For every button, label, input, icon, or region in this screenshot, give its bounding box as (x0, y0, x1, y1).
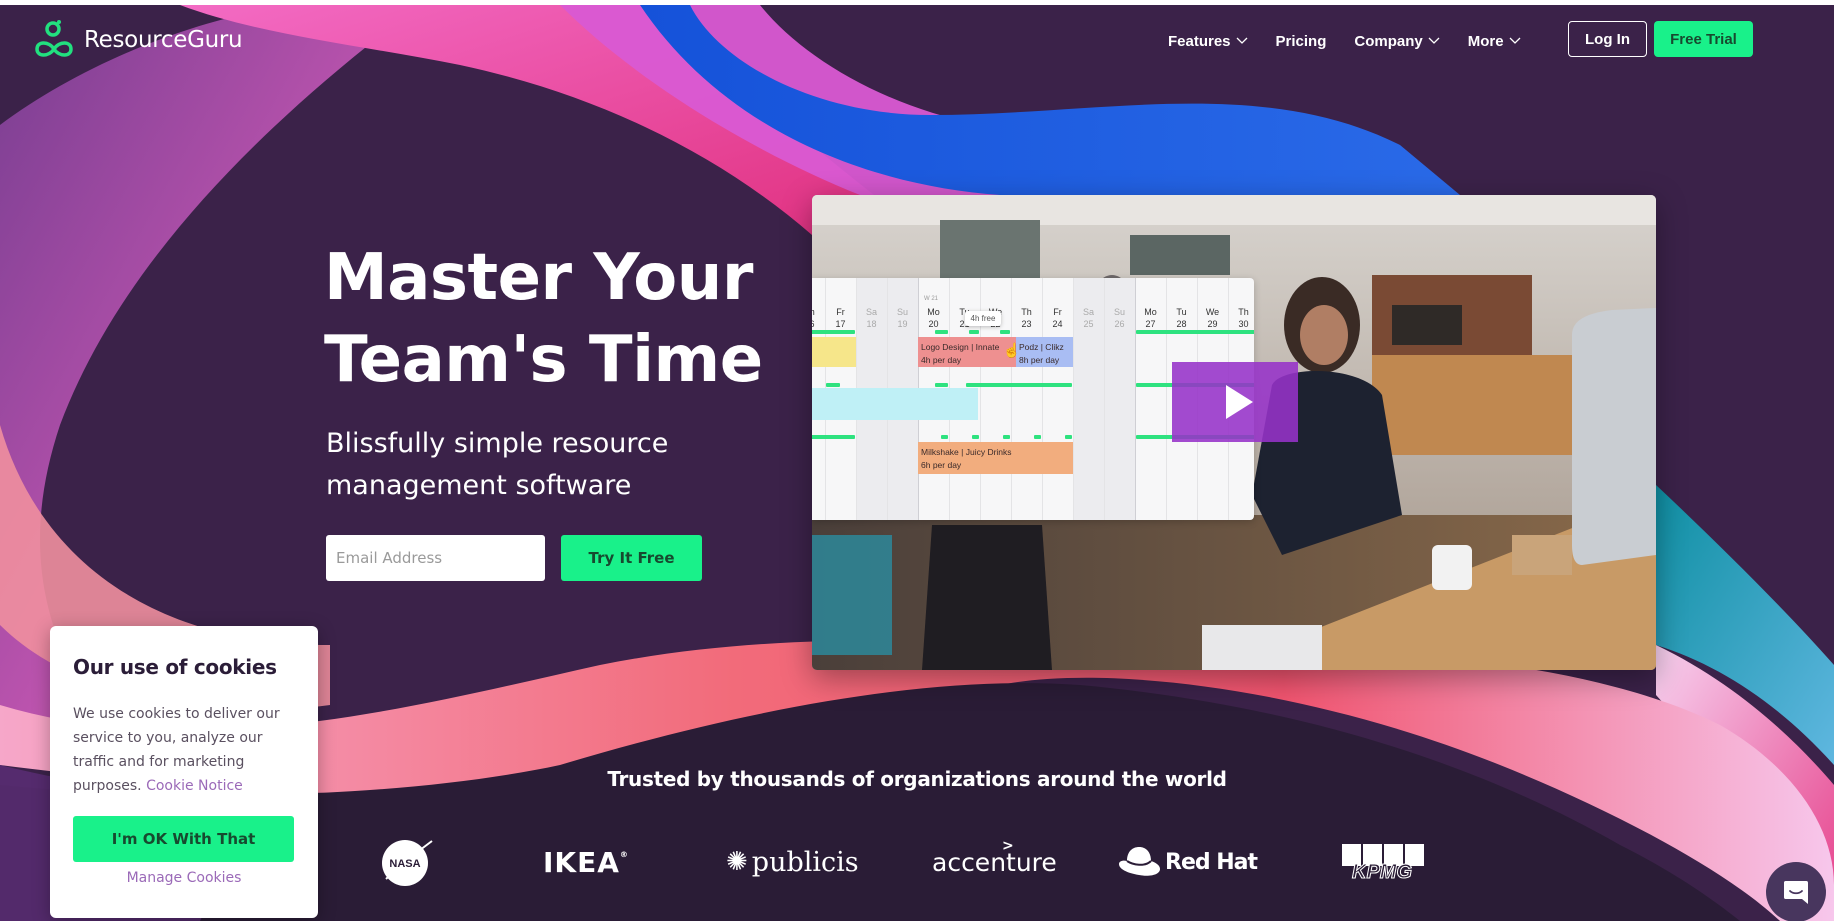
logo-text: ResourceGuru (84, 27, 243, 53)
accenture-logo-text: accenture (932, 847, 1057, 877)
booking-title: Milkshake | Juicy Drinks (921, 447, 1012, 457)
cookie-body: We use cookies to deliver our service to… (73, 702, 295, 798)
booking-block[interactable]: Podz | Clikz 8h per day (1016, 337, 1073, 367)
redhat-logo: Red Hat (1117, 832, 1258, 892)
free-hours-tooltip: 4h free (964, 311, 1002, 326)
calendar-day-label: We 29 (1205, 307, 1220, 329)
chat-icon (1784, 881, 1808, 904)
hero-subtitle: Blissfully simple resource management so… (326, 423, 668, 507)
nasa-logo-icon: NASA (382, 840, 433, 886)
cookie-banner: Our use of cookies We use cookies to del… (50, 626, 318, 918)
publicis-logo: ✺ publicis (726, 832, 859, 892)
calendar-day-label: Th 23 (1021, 307, 1032, 329)
chevron-down-icon (1509, 37, 1521, 44)
hero-subtitle-line2: management software (326, 470, 632, 501)
nav-company[interactable]: Company (1354, 32, 1440, 50)
kpmg-logo: KPMG (1338, 832, 1428, 892)
redhat-logo-text: Red Hat (1165, 849, 1258, 875)
chat-launcher-button[interactable] (1766, 862, 1826, 921)
nav-features-label: Features (1168, 32, 1231, 50)
chevron-down-icon (1236, 37, 1247, 44)
nav-more-label: More (1467, 32, 1504, 50)
hero-title-line2: Team's Time (324, 323, 763, 397)
availability-bar (1002, 435, 1010, 439)
red-hat-icon (1119, 847, 1160, 876)
calendar-day-label: Su 26 (1113, 307, 1125, 329)
hero-title: Master Your Team's Time (324, 237, 763, 401)
product-video[interactable]: W 21 Th 16Fr 17Sa 18Su 19Mo 20Tu 21We 22… (812, 195, 1656, 670)
calendar-day-label: Sa 25 (1082, 307, 1094, 329)
calendar-day-label: Mo 27 (1144, 307, 1157, 329)
ikea-logo-text: IKEA (543, 845, 620, 879)
manage-cookies-link[interactable]: Manage Cookies (73, 870, 295, 886)
publicis-logo-text: publicis (751, 846, 859, 878)
try-it-free-button[interactable]: Try It Free (561, 535, 702, 581)
nav-more[interactable]: More (1468, 33, 1521, 50)
accenture-chevron-icon: > (1002, 838, 1014, 854)
calendar-day-label: Th 16 (812, 307, 815, 329)
accenture-logo: accenture > (932, 832, 1057, 892)
hero-title-line1: Master Your (324, 241, 753, 315)
calendar-day-label: Tu 28 (1176, 307, 1187, 329)
booking-detail: 6h per day (921, 460, 962, 470)
nasa-logo: NASA (380, 832, 434, 892)
booking-title: Logo Design | Innate (921, 342, 1000, 352)
play-icon (1225, 385, 1253, 419)
calendar-day-label: Mo 20 (927, 307, 940, 329)
availability-bar (999, 330, 1010, 334)
hero-subtitle-line1: Blissfully simple resource (326, 428, 669, 459)
calendar-day-label: Th 30 (1238, 307, 1249, 329)
booking-block[interactable] (812, 388, 978, 420)
availability-bar (812, 330, 855, 334)
login-button[interactable]: Log In (1568, 21, 1647, 57)
play-button[interactable] (1172, 362, 1298, 442)
availability-bar (1064, 435, 1072, 439)
booking-block[interactable]: Milkshake | Juicy Drinks 6h per day (918, 442, 1073, 474)
nav-pricing[interactable]: Pricing (1276, 33, 1327, 50)
main-nav: Features Pricing Company More (1168, 21, 1549, 61)
booking-detail: 8h per day (1019, 355, 1060, 365)
availability-bar (934, 383, 948, 387)
hand-cursor-icon: ☝ (1003, 342, 1021, 358)
chevron-down-icon (1428, 37, 1440, 44)
ikea-logo: IKEA ® (543, 832, 629, 892)
availability-bar (826, 383, 840, 387)
nasa-logo-text: NASA (389, 858, 420, 870)
cookie-notice-link[interactable]: Cookie Notice (146, 778, 243, 794)
kpmg-logo-icon: KPMG (1342, 844, 1424, 882)
availability-bar (1033, 435, 1041, 439)
accept-cookies-button[interactable]: I'm OK With That (73, 816, 294, 862)
registered-mark: ® (619, 850, 629, 859)
calendar-day-label: Su 19 (896, 307, 908, 329)
availability-bar (965, 383, 1072, 387)
booking-detail: 4h per day (921, 355, 962, 365)
availability-bar (940, 435, 948, 439)
availability-bar (971, 435, 979, 439)
cookie-title: Our use of cookies (73, 655, 277, 679)
landing-page: ResourceGuru Features Pricing Company Mo… (0, 5, 1834, 921)
calendar-day-label: Sa 18 (865, 307, 877, 329)
calendar-day-label: Fr 24 (1052, 307, 1063, 329)
nav-company-label: Company (1354, 32, 1423, 50)
availability-bar (1136, 330, 1254, 334)
publicis-lion-icon: ✺ (726, 847, 748, 877)
client-logos: NASA IKEA ® ✺ publicis accenture > Red Hat (360, 832, 1470, 892)
booking-block[interactable] (812, 337, 856, 367)
availability-bar (812, 435, 855, 439)
availability-bar (968, 330, 979, 334)
kpmg-logo-text: KPMG (1352, 861, 1412, 882)
booking-title: Podz | Clikz (1019, 342, 1064, 352)
email-input[interactable] (326, 535, 545, 581)
availability-bar (934, 330, 948, 334)
nav-pricing-label: Pricing (1275, 32, 1327, 50)
nav-features[interactable]: Features (1168, 33, 1248, 50)
booking-block[interactable]: Logo Design | Innate 4h per day (918, 337, 1016, 367)
resourceguru-logo-icon (35, 20, 73, 57)
logo[interactable]: ResourceGuru (32, 19, 243, 61)
calendar-day-label: Fr 17 (835, 307, 846, 329)
free-trial-button[interactable]: Free Trial (1654, 21, 1753, 57)
